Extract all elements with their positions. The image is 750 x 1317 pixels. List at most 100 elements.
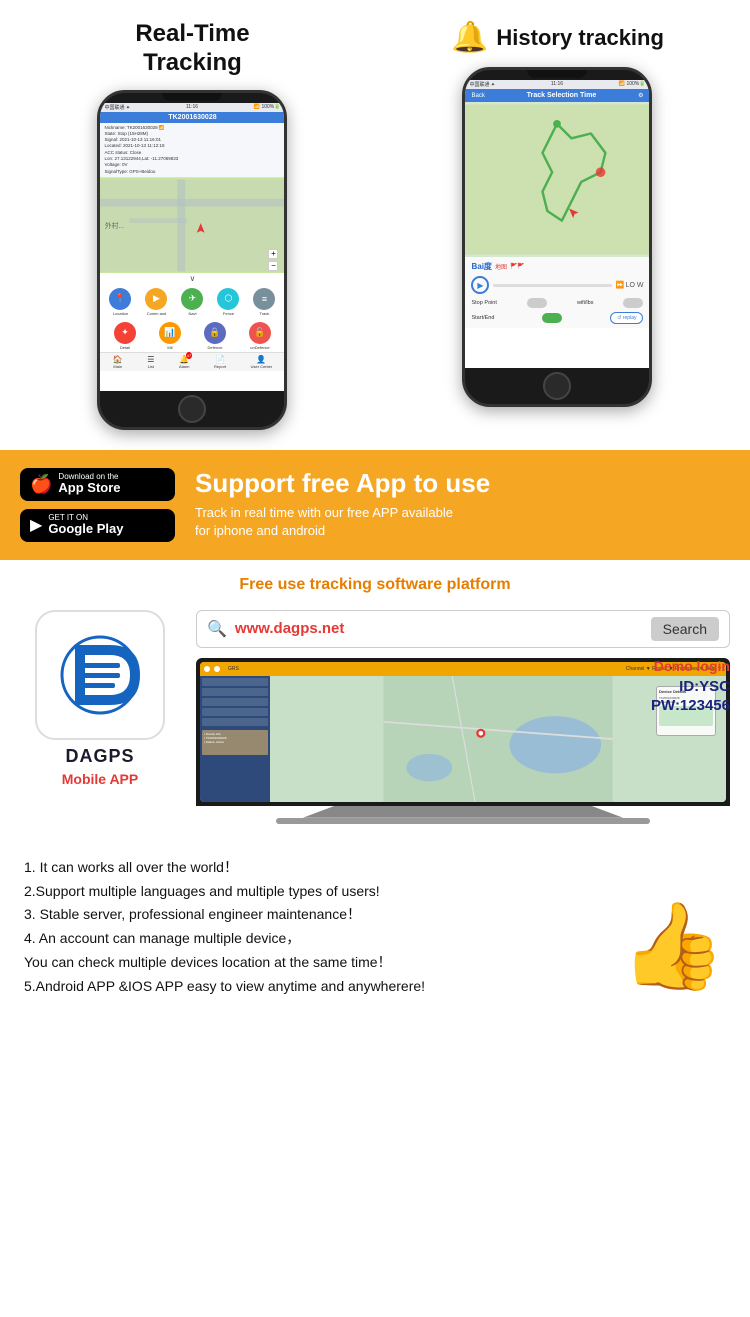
banner-text-block: Support free App to use Track in real ti… xyxy=(195,469,730,540)
search-bar: 🔍 www.dagps.net Search xyxy=(196,610,730,648)
platform-title: Free use tracking software platform xyxy=(20,576,730,594)
nav-list[interactable]: ☰List xyxy=(147,355,154,369)
search-icon: 🔍 xyxy=(207,619,227,639)
replay-button[interactable]: ↺ replay xyxy=(610,312,643,324)
monitor-wrapper: GRS Channel ▼ Report ▼ Properties ▼ Help… xyxy=(196,658,730,824)
google-play-icon: ▶ xyxy=(30,515,42,535)
app-store-text: Download on the App Store xyxy=(58,473,120,496)
action-buttons-row1: 📍 Location ▶ Comm and ✈ Navi ⬡ Fence xyxy=(100,284,284,318)
demo-pw: PW:123456 xyxy=(651,697,730,714)
history-title-text: History tracking xyxy=(496,25,664,51)
stop-point-label: Stop Point xyxy=(471,300,496,306)
history-tracking-block: 🔔 History tracking 中国联通 ✦ 11:16 📶 100%🔋 … xyxy=(382,20,732,407)
feature-item-3: 3. Stable server, professional engineer … xyxy=(24,903,610,927)
map-svg: 外村... xyxy=(100,178,284,273)
btn-defence[interactable]: 🔒 Defence xyxy=(204,322,226,350)
progress-bar[interactable] xyxy=(493,284,611,287)
monitor-sidebar: ▪ Device info ▪ TK2001630028 ▪ Status: A… xyxy=(200,676,270,802)
feature-item-4: 4. An account can manage multiple device… xyxy=(24,927,610,951)
tracker-id-bar: TK2001630028 xyxy=(100,112,284,123)
btn-undefence[interactable]: 🔓 unDefence xyxy=(249,322,271,350)
speed-indicator: ⏩ LO W xyxy=(616,281,644,289)
wifi-lbs-label: wifi/lbs xyxy=(577,300,594,306)
btn-fence[interactable]: ⬡ Fence xyxy=(217,288,239,316)
top-section: Real-Time Tracking 中国联通 ✦ 11:16 📶 100%🔋 … xyxy=(0,0,750,440)
platform-right: 🔍 www.dagps.net Search GRS Channel ▼ Rep… xyxy=(196,610,730,824)
features-bottom: 1. It can works all over the world！ 2.Su… xyxy=(24,856,726,999)
nav-alarm[interactable]: 🔔47Alarm xyxy=(179,355,189,369)
nav-report[interactable]: 📄Report xyxy=(214,355,226,369)
track-map-svg xyxy=(465,102,649,257)
feature-item-6: 5.Android APP &IOS APP easy to view anyt… xyxy=(24,975,610,999)
monitor-screen: GRS Channel ▼ Report ▼ Properties ▼ Help… xyxy=(196,658,730,806)
phone-home-btn-left[interactable] xyxy=(178,395,206,423)
sidebar-item-2 xyxy=(202,688,268,696)
monitor-info-panel: ▪ Device info ▪ TK2001630028 ▪ Status: A… xyxy=(202,730,268,755)
feature-item-5: You can check multiple devices location … xyxy=(24,951,610,975)
map-area-left: 外村... + − xyxy=(100,178,284,273)
realtime-title-line1: Real-Time xyxy=(135,20,249,47)
sidebar-item-5 xyxy=(202,718,268,726)
start-end-toggle[interactable] xyxy=(542,313,562,323)
realtime-title: Real-Time Tracking xyxy=(135,20,249,82)
app-name: DAGPS xyxy=(65,746,134,767)
btn-command[interactable]: ▶ Comm and xyxy=(145,288,167,316)
track-top-bar: Back Track Selection Time ⚙ xyxy=(465,89,649,102)
status-bar-right: 中国联通 ✦ 11:16 📶 100%🔋 xyxy=(465,80,649,89)
track-controls: Bai度 地图 🚩🚩 ▶ ⏩ LO W xyxy=(465,257,649,328)
sidebar-item-1 xyxy=(202,678,268,686)
search-url: www.dagps.net xyxy=(235,620,643,637)
google-play-button[interactable]: ▶ GET IT ON Google Play xyxy=(20,509,175,542)
phone-screen-left: 中国联通 ✦ 11:16 📶 100%🔋 TK2001630028 Nickna… xyxy=(100,103,284,391)
wifi-lbs-toggle[interactable] xyxy=(623,298,643,308)
thumbs-up-icon: 👍 xyxy=(610,904,726,999)
feature-item-2: 2.Support multiple languages and multipl… xyxy=(24,880,610,904)
svg-text:外村...: 外村... xyxy=(105,221,124,230)
demo-login-text: Demo login xyxy=(651,658,730,674)
sidebar-item-3 xyxy=(202,698,268,706)
app-store-large-text: App Store xyxy=(58,481,120,495)
btn-mil[interactable]: 📊 Mil xyxy=(159,322,181,350)
play-button[interactable]: ▶ xyxy=(471,276,489,294)
btn-location[interactable]: 📍 Location xyxy=(109,288,131,316)
mobile-app-label: Mobile APP xyxy=(62,771,139,787)
stop-point-toggle[interactable] xyxy=(527,298,547,308)
toolbar-dot-2 xyxy=(214,666,220,672)
app-logo-block: DAGPS Mobile APP xyxy=(20,610,180,787)
platform-section: Free use tracking software platform DAGP… xyxy=(0,560,750,840)
banner-headline: Support free App to use xyxy=(195,469,730,498)
nav-main[interactable]: 🏠Main xyxy=(113,355,123,369)
status-bar-left: 中国联通 ✦ 11:16 📶 100%🔋 xyxy=(100,103,284,112)
realtime-tracking-block: Real-Time Tracking 中国联通 ✦ 11:16 📶 100%🔋 … xyxy=(17,20,367,430)
btn-navi[interactable]: ✈ Navi xyxy=(181,288,203,316)
monitor-stand xyxy=(303,806,623,818)
banner-subtext: Track in real time with our free APP ava… xyxy=(195,504,730,540)
search-button[interactable]: Search xyxy=(651,617,719,641)
action-buttons-row2: ✦ Detail 📊 Mil 🔒 Defence 🔓 unDefence xyxy=(100,318,284,352)
yellow-banner: 🍎 Download on the App Store ▶ GET IT ON … xyxy=(0,450,750,560)
monitor-body: ▪ Device info ▪ TK2001630028 ▪ Status: A… xyxy=(200,676,726,802)
app-logo-image xyxy=(35,610,165,740)
google-play-large-text: Google Play xyxy=(48,522,123,536)
demo-login-block: Demo login ID:YSC PW:123456 xyxy=(651,658,730,714)
google-play-text: GET IT ON Google Play xyxy=(48,514,123,537)
phone-home-btn-right[interactable] xyxy=(543,372,571,400)
track-map-area xyxy=(465,102,649,257)
btn-detail[interactable]: ✦ Detail xyxy=(114,322,136,350)
nav-user-center[interactable]: 👤User Center xyxy=(251,355,273,369)
phone-right: 中国联通 ✦ 11:16 📶 100%🔋 Back Track Selectio… xyxy=(462,67,652,407)
features-text-block: 1. It can works all over the world！ 2.Su… xyxy=(24,856,610,999)
demo-id: ID:YSC xyxy=(651,678,730,695)
app-store-button[interactable]: 🍎 Download on the App Store xyxy=(20,468,175,501)
btn-track[interactable]: ≡ Track xyxy=(253,288,275,316)
platform-content: DAGPS Mobile APP 🔍 www.dagps.net Search xyxy=(20,610,730,824)
back-btn[interactable]: Back xyxy=(471,93,484,99)
nav-bar-left: 🏠Main ☰List 🔔47Alarm 📄Report 👤User Cente… xyxy=(100,352,284,371)
dagps-svg-logo xyxy=(50,625,150,725)
baidu-logo-row: Bai度 地图 🚩🚩 xyxy=(471,261,643,272)
realtime-title-line2: Tracking xyxy=(143,49,242,76)
history-title-row: 🔔 History tracking xyxy=(451,20,664,55)
toggle-row-2: Start/End ↺ replay xyxy=(471,312,643,324)
phone-notch-left xyxy=(162,93,222,101)
monitor-toolbar: GRS Channel ▼ Report ▼ Properties ▼ Help… xyxy=(200,662,726,676)
